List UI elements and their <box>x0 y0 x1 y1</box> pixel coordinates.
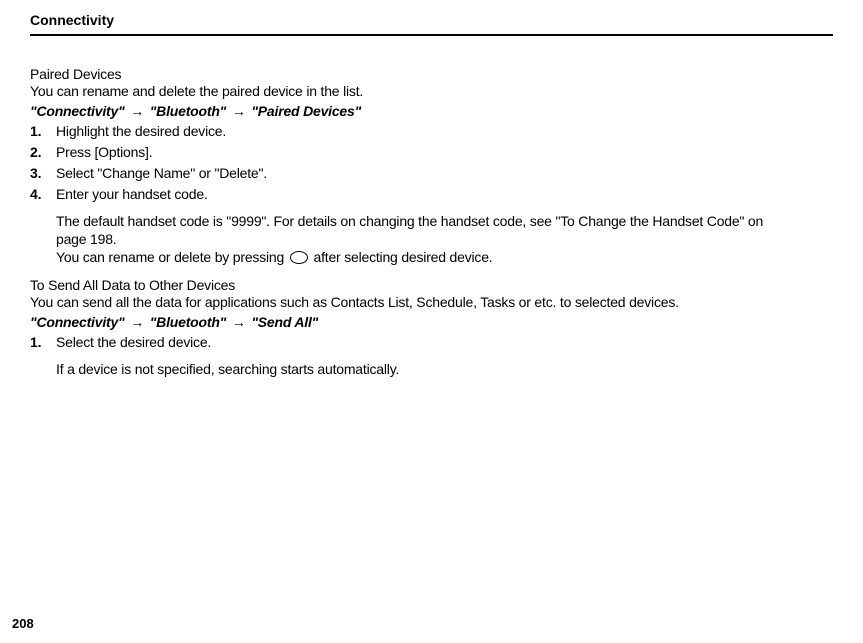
steps-list: 1. Highlight the desired device. 2. Pres… <box>30 123 790 202</box>
step-note: If a device is not specified, searching … <box>56 360 790 378</box>
step-item: 2. Press [Options]. <box>30 144 790 160</box>
section-send-all-desc: You can send all the data for applicatio… <box>30 294 790 310</box>
breadcrumb-part: "Connectivity" <box>30 314 125 330</box>
arrow-icon: → <box>130 314 144 330</box>
step-note: The default handset code is "9999". For … <box>56 212 790 267</box>
arrow-icon: → <box>232 314 246 330</box>
step-text: Select the desired device. <box>56 334 790 350</box>
step-text: Press [Options]. <box>56 144 790 160</box>
step-item: 3. Select "Change Name" or "Delete". <box>30 165 790 181</box>
breadcrumb-part: "Paired Devices" <box>251 103 361 119</box>
step-number: 1. <box>30 123 56 139</box>
step-text: Enter your handset code. <box>56 186 790 202</box>
circle-button-icon <box>290 251 308 264</box>
page-number: 208 <box>12 616 34 631</box>
breadcrumb-part: "Bluetooth" <box>150 103 226 119</box>
breadcrumb-send-all: "Connectivity" → "Bluetooth" → "Send All… <box>30 314 790 330</box>
section-paired-devices-desc: You can rename and delete the paired dev… <box>30 83 790 99</box>
step-item: 4. Enter your handset code. <box>30 186 790 202</box>
breadcrumb-paired-devices: "Connectivity" → "Bluetooth" → "Paired D… <box>30 103 790 119</box>
steps-list: 1. Select the desired device. <box>30 334 790 350</box>
note-line: The default handset code is "9999". For … <box>56 213 763 247</box>
step-item: 1. Select the desired device. <box>30 334 790 350</box>
note-line-part: after selecting desired device. <box>310 249 493 265</box>
section-send-all-title: To Send All Data to Other Devices <box>30 277 790 293</box>
step-number: 1. <box>30 334 56 350</box>
page-header-title: Connectivity <box>30 12 833 28</box>
step-item: 1. Highlight the desired device. <box>30 123 790 139</box>
step-text: Select "Change Name" or "Delete". <box>56 165 790 181</box>
page-content: Paired Devices You can rename and delete… <box>30 66 790 378</box>
note-line-part: You can rename or delete by pressing <box>56 249 288 265</box>
arrow-icon: → <box>232 103 246 119</box>
breadcrumb-part: "Send All" <box>251 314 318 330</box>
step-number: 4. <box>30 186 56 202</box>
breadcrumb-part: "Bluetooth" <box>150 314 226 330</box>
step-number: 2. <box>30 144 56 160</box>
arrow-icon: → <box>130 103 144 119</box>
step-text: Highlight the desired device. <box>56 123 790 139</box>
header-divider <box>30 34 833 36</box>
breadcrumb-part: "Connectivity" <box>30 103 125 119</box>
section-paired-devices-title: Paired Devices <box>30 66 790 82</box>
step-number: 3. <box>30 165 56 181</box>
